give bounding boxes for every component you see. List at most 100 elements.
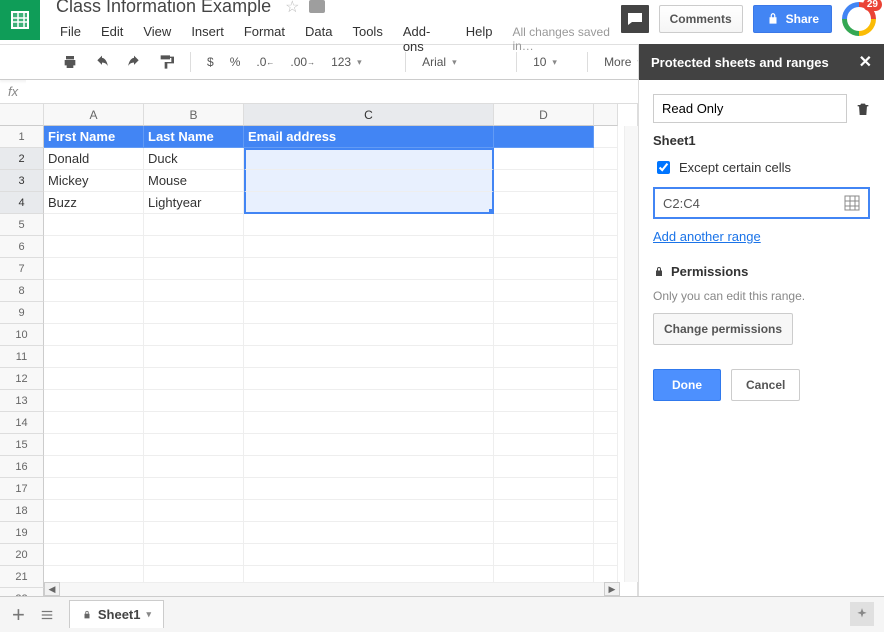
cell-C10[interactable] <box>244 324 494 346</box>
cell-B19[interactable] <box>144 522 244 544</box>
cell-A4[interactable]: Buzz <box>44 192 144 214</box>
app-logo[interactable] <box>0 0 40 40</box>
scroll-left-button[interactable]: ◀ <box>44 582 60 596</box>
cell-D13[interactable] <box>494 390 594 412</box>
cell-A8[interactable] <box>44 280 144 302</box>
cell-C18[interactable] <box>244 500 494 522</box>
row-header-10[interactable]: 10 <box>0 324 44 346</box>
undo-button[interactable] <box>88 51 116 73</box>
cell-A1[interactable]: First Name <box>44 126 144 148</box>
cell-A17[interactable] <box>44 478 144 500</box>
row-header-18[interactable]: 18 <box>0 500 44 522</box>
row-header-22[interactable]: 22 <box>0 588 44 596</box>
select-range-icon[interactable] <box>844 195 860 211</box>
done-button[interactable]: Done <box>653 369 721 401</box>
row-header-3[interactable]: 3 <box>0 170 44 192</box>
cell-B18[interactable] <box>144 500 244 522</box>
row-header-2[interactable]: 2 <box>0 148 44 170</box>
cell-D20[interactable] <box>494 544 594 566</box>
cell-C16[interactable] <box>244 456 494 478</box>
range-input-row[interactable]: C2:C4 <box>653 187 870 219</box>
cell-C6[interactable] <box>244 236 494 258</box>
share-button[interactable]: Share <box>753 5 832 33</box>
close-sidebar-button[interactable]: ✕ <box>859 52 872 72</box>
menu-tools[interactable]: Tools <box>344 21 390 57</box>
cell-A9[interactable] <box>44 302 144 324</box>
cell-A12[interactable] <box>44 368 144 390</box>
row-header-8[interactable]: 8 <box>0 280 44 302</box>
cell-B5[interactable] <box>144 214 244 236</box>
cell-D11[interactable] <box>494 346 594 368</box>
cell-B1[interactable]: Last Name <box>144 126 244 148</box>
row-header-1[interactable]: 1 <box>0 126 44 148</box>
add-range-link[interactable]: Add another range <box>653 229 870 244</box>
cell-D16[interactable] <box>494 456 594 478</box>
cell-C12[interactable] <box>244 368 494 390</box>
cell-A19[interactable] <box>44 522 144 544</box>
cell-B9[interactable] <box>144 302 244 324</box>
cell-D8[interactable] <box>494 280 594 302</box>
menu-addons[interactable]: Add-ons <box>395 21 454 57</box>
cell-C7[interactable] <box>244 258 494 280</box>
scrollbar-vertical[interactable] <box>624 126 638 582</box>
cell-A2[interactable]: Donald <box>44 148 144 170</box>
except-cells-input[interactable] <box>657 161 670 174</box>
print-button[interactable] <box>56 50 84 74</box>
increase-decimal-button[interactable]: .00→ <box>284 51 321 73</box>
row-header-21[interactable]: 21 <box>0 566 44 588</box>
cell-B4[interactable]: Lightyear <box>144 192 244 214</box>
cell-B7[interactable] <box>144 258 244 280</box>
cell-C11[interactable] <box>244 346 494 368</box>
except-cells-checkbox[interactable]: Except certain cells <box>653 158 870 177</box>
row-header-13[interactable]: 13 <box>0 390 44 412</box>
cell-D19[interactable] <box>494 522 594 544</box>
cell-C3[interactable] <box>244 170 494 192</box>
cell-B13[interactable] <box>144 390 244 412</box>
range-description-input[interactable] <box>653 94 847 123</box>
cell-D2[interactable] <box>494 148 594 170</box>
cell-D14[interactable] <box>494 412 594 434</box>
row-header-4[interactable]: 4 <box>0 192 44 214</box>
cell-C2[interactable] <box>244 148 494 170</box>
cell-D7[interactable] <box>494 258 594 280</box>
cell-B11[interactable] <box>144 346 244 368</box>
row-header-11[interactable]: 11 <box>0 346 44 368</box>
cell-B10[interactable] <box>144 324 244 346</box>
row-header-7[interactable]: 7 <box>0 258 44 280</box>
cell-B14[interactable] <box>144 412 244 434</box>
cell-D3[interactable] <box>494 170 594 192</box>
cell-C17[interactable] <box>244 478 494 500</box>
cell-B2[interactable]: Duck <box>144 148 244 170</box>
row-header-9[interactable]: 9 <box>0 302 44 324</box>
sheet-tab-menu-icon[interactable]: ▾ <box>147 609 152 620</box>
delete-range-button[interactable] <box>855 100 871 118</box>
cell-C14[interactable] <box>244 412 494 434</box>
cell-D18[interactable] <box>494 500 594 522</box>
redo-button[interactable] <box>120 51 148 73</box>
cell-D15[interactable] <box>494 434 594 456</box>
row-header-20[interactable]: 20 <box>0 544 44 566</box>
spreadsheet-grid[interactable]: ABCD1First NameLast NameEmail address2Do… <box>0 104 638 596</box>
scrollbar-horizontal[interactable]: ◀ ▶ <box>44 582 620 596</box>
cell-B8[interactable] <box>144 280 244 302</box>
cell-A20[interactable] <box>44 544 144 566</box>
add-sheet-button[interactable]: + <box>12 602 25 628</box>
cell-C15[interactable] <box>244 434 494 456</box>
cell-A11[interactable] <box>44 346 144 368</box>
sheet-tab[interactable]: Sheet1 ▾ <box>69 600 164 628</box>
cell-D12[interactable] <box>494 368 594 390</box>
cell-B6[interactable] <box>144 236 244 258</box>
font-size-select[interactable]: 10▾ <box>527 53 577 71</box>
cell-A14[interactable] <box>44 412 144 434</box>
comments-button[interactable]: Comments <box>659 5 743 33</box>
cell-D9[interactable] <box>494 302 594 324</box>
cell-A7[interactable] <box>44 258 144 280</box>
cell-C20[interactable] <box>244 544 494 566</box>
cell-D6[interactable] <box>494 236 594 258</box>
cell-B20[interactable] <box>144 544 244 566</box>
row-header-14[interactable]: 14 <box>0 412 44 434</box>
row-header-6[interactable]: 6 <box>0 236 44 258</box>
column-header-C[interactable]: C <box>244 104 494 126</box>
cell-B17[interactable] <box>144 478 244 500</box>
cell-B15[interactable] <box>144 434 244 456</box>
